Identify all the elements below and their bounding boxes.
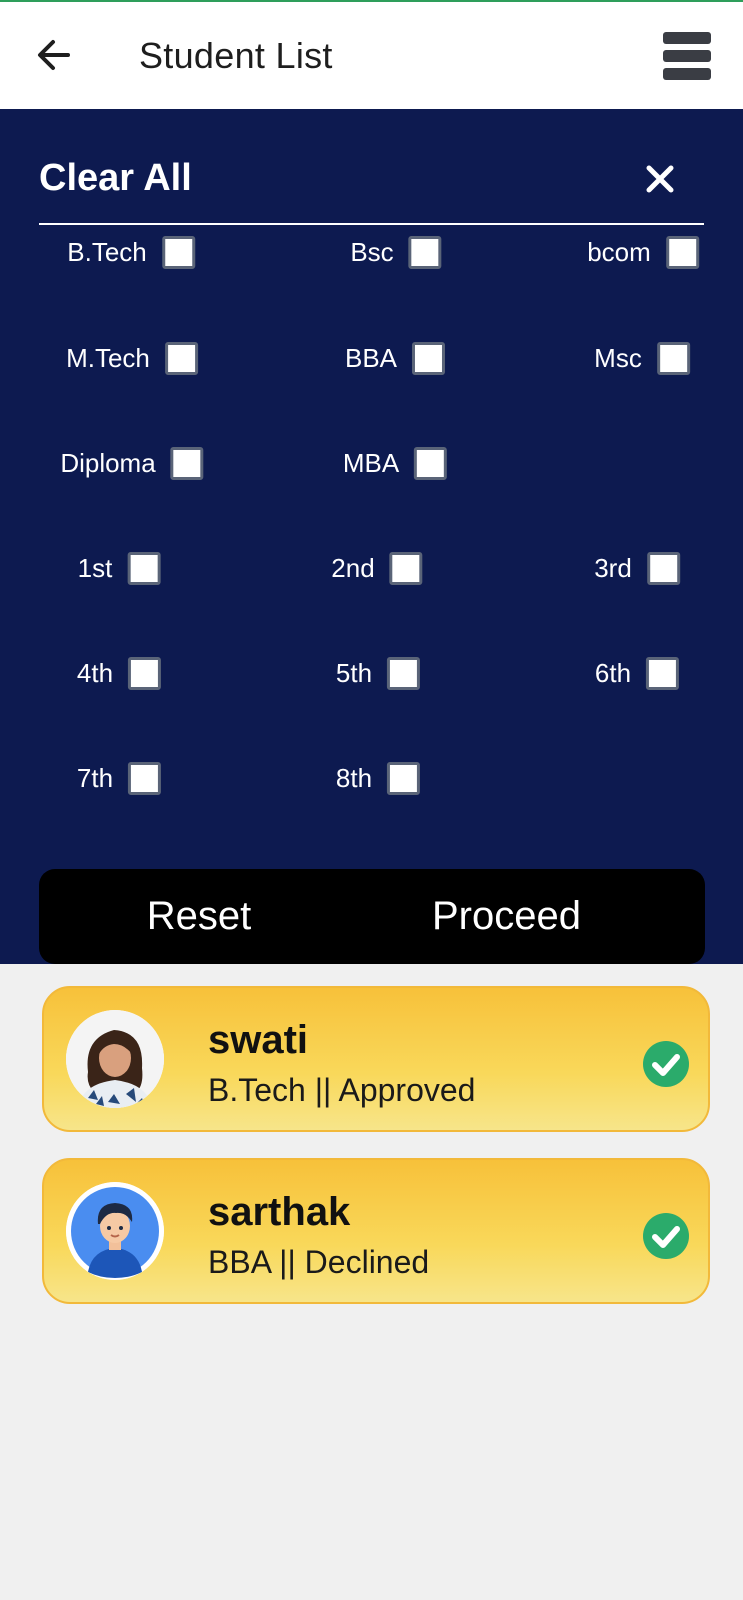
option-label: 4th	[76, 658, 114, 688]
filter-option-6th[interactable]: 6th	[594, 657, 680, 690]
checkbox[interactable]	[128, 762, 162, 795]
filter-option-msc[interactable]: Msc	[594, 342, 690, 375]
option-label: 3rd	[594, 553, 632, 583]
option-label: B.Tech	[67, 237, 147, 267]
divider	[39, 223, 704, 225]
filter-option-bcom[interactable]: bcom	[587, 236, 699, 269]
student-detail: BBA || Declined	[208, 1244, 430, 1280]
student-detail: B.Tech || Approved	[208, 1072, 476, 1108]
checkbox[interactable]	[161, 236, 195, 269]
filter-option-diploma[interactable]: Diploma	[60, 447, 204, 480]
option-label: bcom	[587, 237, 651, 267]
menu-bar-icon	[663, 68, 711, 80]
checkbox[interactable]	[127, 552, 161, 585]
option-label: 5th	[335, 658, 373, 688]
checkbox[interactable]	[656, 342, 690, 375]
filter-option-3rd[interactable]: 3rd	[594, 552, 680, 585]
checkbox[interactable]	[408, 236, 442, 269]
arrow-left-icon	[38, 40, 70, 70]
close-icon	[646, 165, 674, 193]
option-label: 6th	[594, 658, 632, 688]
checkbox[interactable]	[164, 342, 198, 375]
close-filter-button[interactable]	[640, 159, 680, 199]
filter-option-4th[interactable]: 4th	[76, 657, 162, 690]
status-button[interactable]	[642, 1212, 690, 1260]
page-title: Student List	[139, 35, 333, 76]
option-label: Bsc	[350, 237, 394, 267]
filter-option-btech[interactable]: B.Tech	[67, 236, 195, 269]
profile-photo-icon	[66, 1010, 164, 1108]
option-label: Diploma	[60, 448, 156, 478]
avatar	[66, 1010, 164, 1108]
checkbox[interactable]	[128, 657, 162, 690]
checkbox[interactable]	[646, 552, 680, 585]
reset-button[interactable]: Reset	[39, 869, 359, 964]
option-label: 2nd	[331, 553, 375, 583]
checkbox[interactable]	[170, 447, 204, 480]
filter-action-bar: Reset Proceed	[39, 869, 705, 964]
status-button[interactable]	[642, 1040, 690, 1088]
student-card[interactable]: swati B.Tech || Approved	[42, 986, 710, 1132]
filter-option-mtech[interactable]: M.Tech	[66, 342, 198, 375]
option-label: 7th	[76, 763, 114, 793]
filter-option-7th[interactable]: 7th	[76, 762, 162, 795]
filter-option-8th[interactable]: 8th	[335, 762, 421, 795]
option-label: M.Tech	[66, 343, 150, 373]
checkbox[interactable]	[414, 447, 448, 480]
boy-avatar-icon	[66, 1182, 164, 1280]
checkbox[interactable]	[412, 342, 446, 375]
filter-option-bsc[interactable]: Bsc	[350, 236, 442, 269]
option-label: Msc	[594, 343, 642, 373]
checkbox[interactable]	[387, 762, 421, 795]
filter-option-mba[interactable]: MBA	[342, 447, 448, 480]
checkbox[interactable]	[665, 236, 699, 269]
filter-panel: Clear All B.Tech Bsc bcom M.Tech BBA Msc…	[0, 109, 743, 964]
option-label: BBA	[344, 343, 398, 373]
filter-option-2nd[interactable]: 2nd	[331, 552, 423, 585]
filter-option-5th[interactable]: 5th	[335, 657, 421, 690]
option-label: 8th	[335, 763, 373, 793]
menu-button[interactable]	[663, 32, 711, 82]
option-label: 1st	[77, 553, 113, 583]
clear-all-button[interactable]: Clear All	[39, 157, 192, 200]
checkbox[interactable]	[646, 657, 680, 690]
filter-option-1st[interactable]: 1st	[78, 552, 161, 585]
option-label: MBA	[342, 448, 400, 478]
student-name: swati	[208, 1018, 309, 1062]
check-circle-icon	[643, 1041, 689, 1087]
check-circle-icon	[643, 1213, 689, 1259]
app-bar: Student List	[0, 2, 743, 109]
proceed-button[interactable]: Proceed	[349, 869, 664, 964]
checkbox[interactable]	[389, 552, 423, 585]
avatar	[66, 1182, 164, 1280]
student-name: sarthak	[208, 1190, 351, 1234]
student-card[interactable]: sarthak BBA || Declined	[42, 1158, 710, 1304]
menu-bar-icon	[663, 50, 711, 62]
menu-bar-icon	[663, 32, 711, 44]
filter-option-bba[interactable]: BBA	[344, 342, 446, 375]
checkbox[interactable]	[387, 657, 421, 690]
back-button[interactable]	[32, 32, 78, 78]
